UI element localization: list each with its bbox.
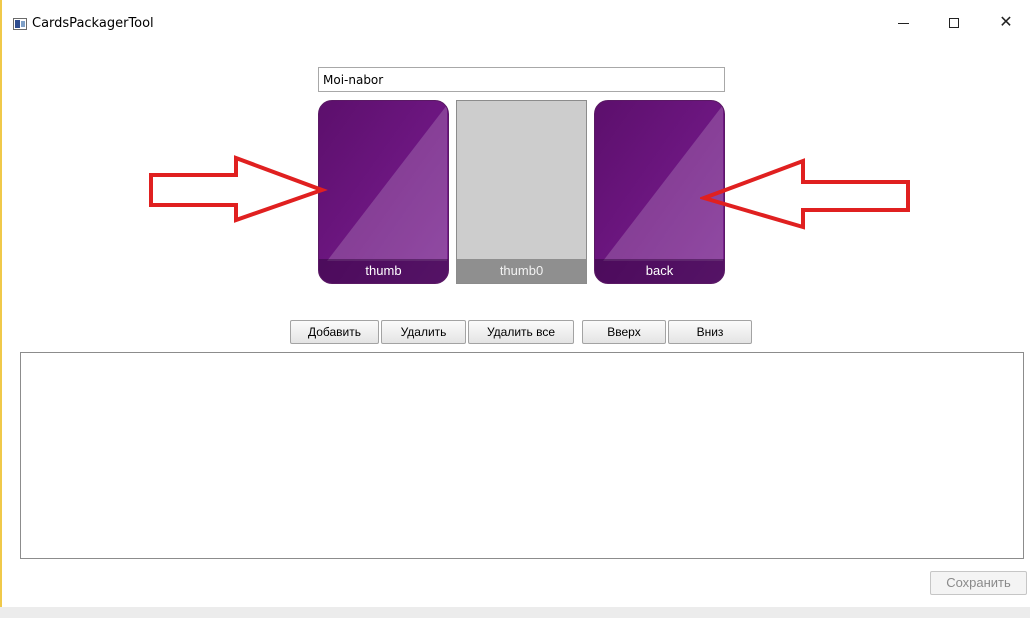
add-button[interactable]: Добавить xyxy=(290,320,379,344)
annotation-arrow-left-icon xyxy=(700,158,910,230)
move-down-button[interactable]: Вниз xyxy=(668,320,752,344)
window-left-border xyxy=(0,0,2,608)
card-label: back xyxy=(595,259,724,283)
move-up-button[interactable]: Вверх xyxy=(582,320,666,344)
minimize-icon xyxy=(897,22,909,24)
card-image xyxy=(327,105,447,261)
card-label: thumb xyxy=(319,259,448,283)
card-label: thumb0 xyxy=(457,259,586,283)
pack-name-input[interactable] xyxy=(318,67,725,92)
maximize-icon xyxy=(949,18,959,28)
maximize-button[interactable] xyxy=(934,10,974,36)
save-button[interactable]: Сохранить xyxy=(930,571,1027,595)
card-thumb0[interactable]: thumb0 xyxy=(456,100,587,284)
app-window-icon xyxy=(13,18,27,30)
minimize-button[interactable] xyxy=(883,10,923,36)
delete-all-button[interactable]: Удалить все xyxy=(468,320,574,344)
window-title: CardsPackagerTool xyxy=(32,16,154,31)
title-bar: CardsPackagerTool ✕ xyxy=(0,0,1030,44)
bottom-edge xyxy=(0,607,1030,618)
delete-button[interactable]: Удалить xyxy=(381,320,466,344)
close-button[interactable]: ✕ xyxy=(986,10,1026,36)
cards-list[interactable] xyxy=(20,352,1024,559)
card-thumb[interactable]: thumb xyxy=(318,100,449,284)
close-icon: ✕ xyxy=(999,14,1013,31)
annotation-arrow-right-icon xyxy=(149,155,328,223)
